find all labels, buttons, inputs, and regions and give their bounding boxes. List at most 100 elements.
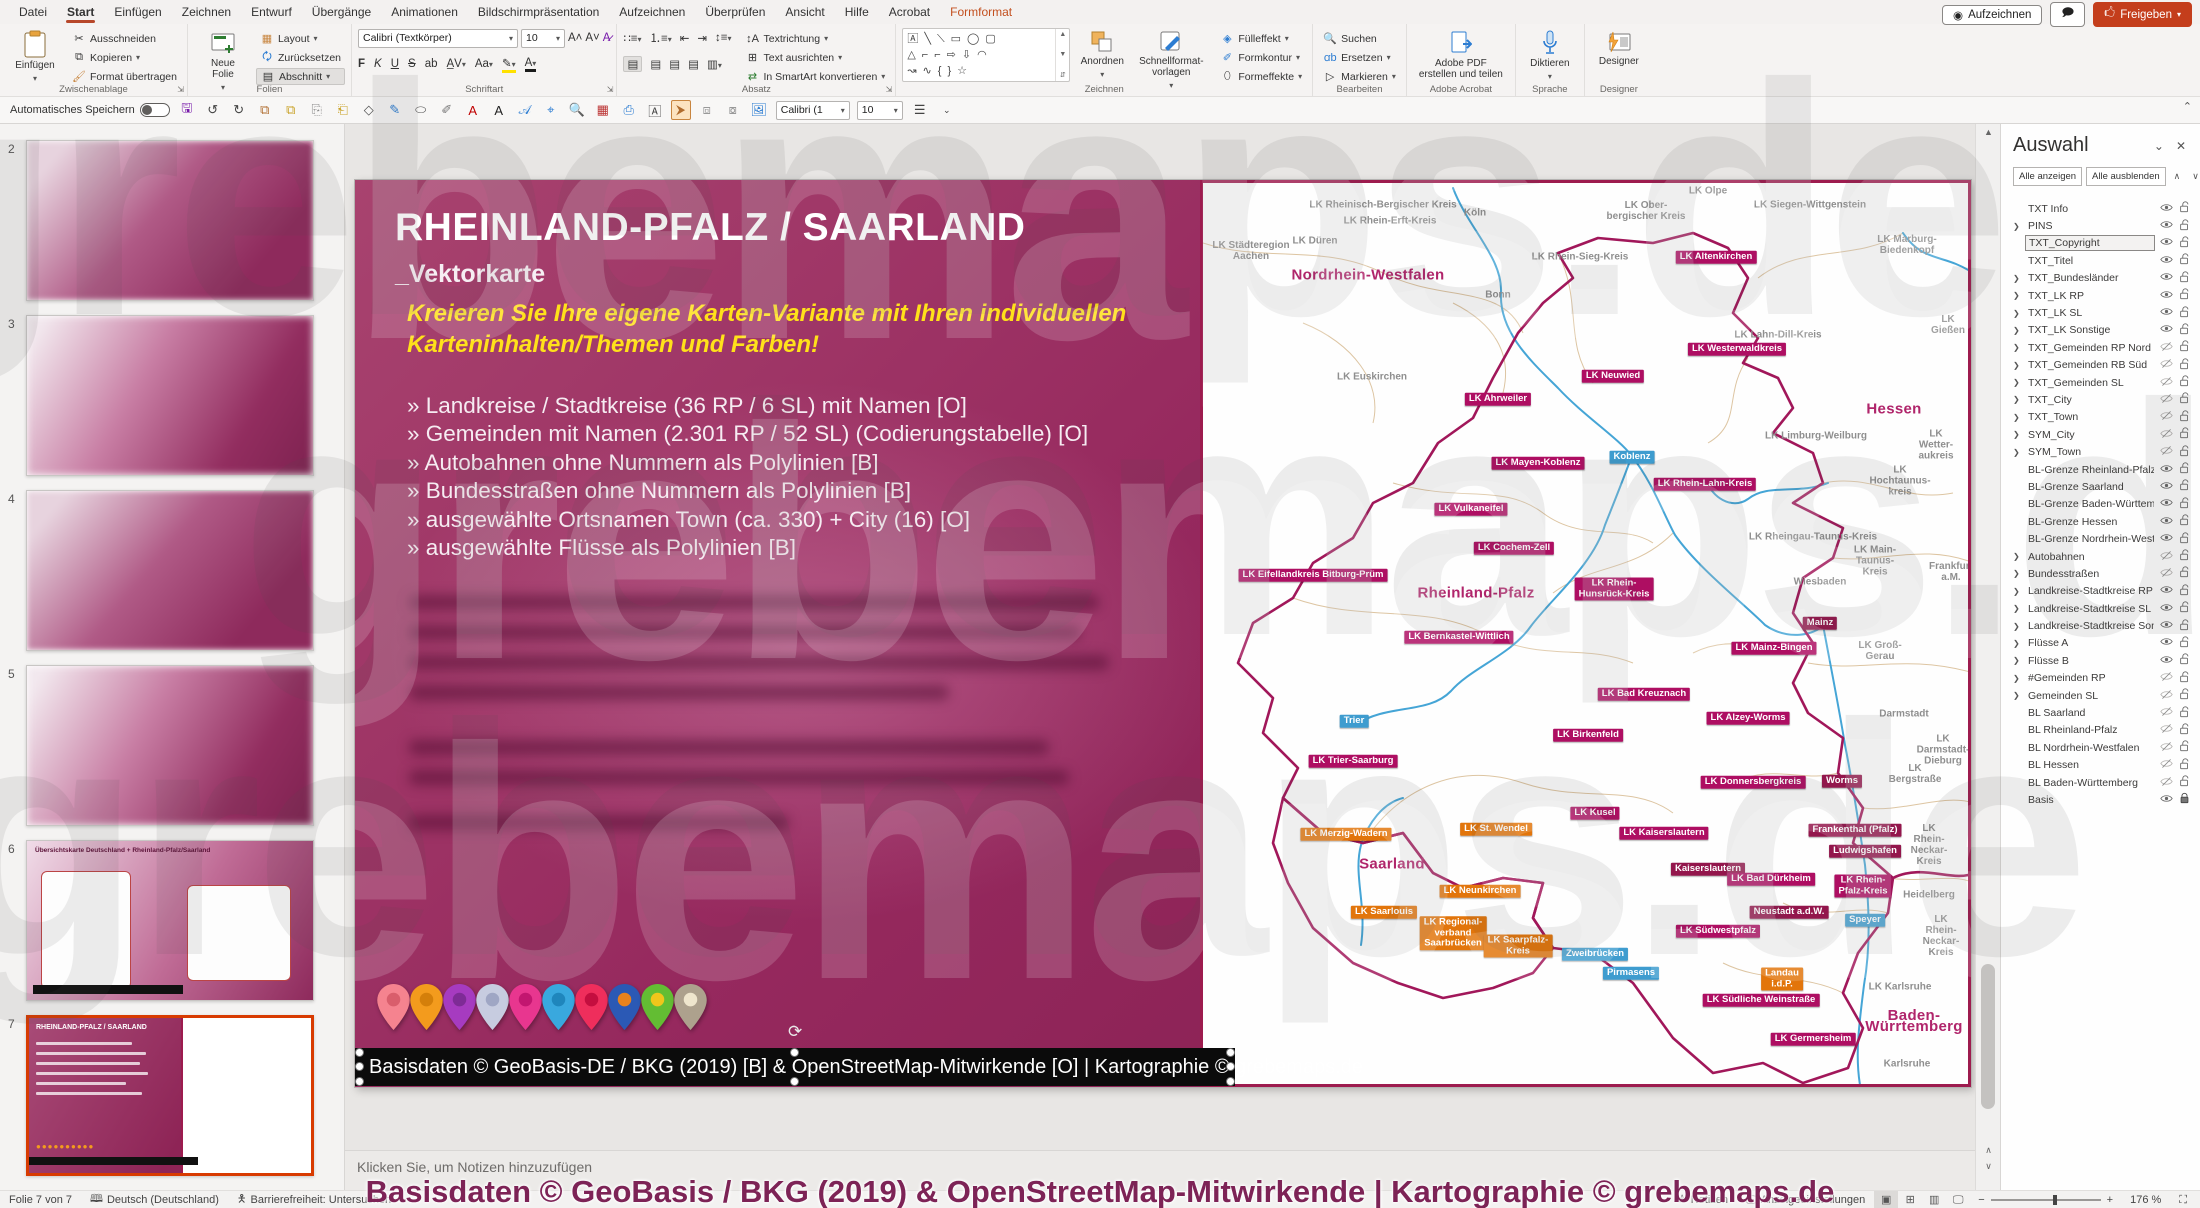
find-button[interactable]: 🔍 Suchen xyxy=(1319,30,1400,47)
line-spacing-mini-icon[interactable]: ☰ xyxy=(910,100,930,120)
unlock-icon[interactable] xyxy=(2179,688,2190,703)
expand-chevron-icon[interactable]: ❯ xyxy=(2013,674,2026,683)
align-center-button[interactable]: ▤ xyxy=(650,57,661,71)
pane-item-autobahnen[interactable]: ❯ Autobahnen xyxy=(2013,548,2192,565)
pane-item-txt-town[interactable]: ❯ TXT_Town xyxy=(2013,409,2192,426)
selection-handle-5[interactable] xyxy=(1226,1062,1235,1071)
expand-chevron-icon[interactable]: ❯ xyxy=(2013,222,2026,231)
undo-icon[interactable]: ↺ xyxy=(203,100,223,120)
menu-tab-bildschirmpr-sentation[interactable]: Bildschirmpräsentation xyxy=(469,1,608,23)
unlock-icon[interactable] xyxy=(2179,271,2190,286)
reading-view-button[interactable]: ▥ xyxy=(1922,1191,1946,1208)
expand-chevron-icon[interactable]: ❯ xyxy=(2013,569,2026,578)
slide-subtitle[interactable]: _Vektorkarte xyxy=(395,260,545,289)
shape-glyph-0-5[interactable]: ▢ xyxy=(985,32,995,46)
pane-item-bl-hessen[interactable]: BL Hessen xyxy=(2013,757,2192,774)
visibility-off-icon[interactable] xyxy=(2160,689,2173,703)
unlock-icon[interactable] xyxy=(2179,358,2190,373)
unlock-icon[interactable] xyxy=(2179,549,2190,564)
unlock-icon[interactable] xyxy=(2179,340,2190,355)
justify-button[interactable]: ▤ xyxy=(688,57,699,71)
expand-chevron-icon[interactable]: ❯ xyxy=(2013,656,2026,665)
unlock-icon[interactable] xyxy=(2179,306,2190,321)
unlock-icon[interactable] xyxy=(2179,671,2190,686)
clear-formatting-button[interactable]: A̷ xyxy=(603,28,611,48)
visibility-icon[interactable] xyxy=(2160,532,2173,546)
shape-fill-button[interactable]: ◈ Fülleffekt ▾ xyxy=(1216,30,1306,47)
map-pin-5[interactable] xyxy=(509,984,542,1035)
autosave-toggle[interactable]: Automatisches Speichern xyxy=(10,103,170,117)
visibility-icon[interactable] xyxy=(2160,584,2173,598)
text-direction-button[interactable]: ↕A Textrichtung ▾ xyxy=(742,30,890,47)
visibility-off-icon[interactable] xyxy=(2160,758,2173,772)
font-color-button[interactable]: A▾ xyxy=(524,57,537,72)
shape-glyph-2-4[interactable]: ☆ xyxy=(957,64,967,78)
menu-tab-zeichnen[interactable]: Zeichnen xyxy=(173,1,240,23)
map-pin-1[interactable] xyxy=(377,984,410,1035)
unlock-icon[interactable] xyxy=(2179,410,2190,425)
reset-button[interactable]: 🗘 Zurücksetzen xyxy=(256,49,345,66)
unlock-icon[interactable] xyxy=(2179,201,2190,216)
visibility-icon[interactable] xyxy=(2160,323,2173,337)
replace-button[interactable]: ꭤb Ersetzen ▾ xyxy=(1319,49,1400,66)
pane-item-txt-gemeinden-sl[interactable]: ❯ TXT_Gemeinden SL xyxy=(2013,374,2192,391)
expand-chevron-icon[interactable]: ❯ xyxy=(2013,552,2026,561)
search-icon[interactable]: 🔍 xyxy=(567,100,587,120)
slide-title[interactable]: RHEINLAND-PFALZ / SAARLAND xyxy=(395,206,1025,250)
zoom-slider[interactable]: − + xyxy=(1970,1194,2121,1206)
map-pin-10[interactable] xyxy=(674,984,707,1035)
qat-overflow-button[interactable]: ⌄ xyxy=(937,100,957,120)
clipboard-dialog-launcher[interactable]: ⇲ xyxy=(177,85,184,94)
menu-tab-hilfe[interactable]: Hilfe xyxy=(836,1,878,23)
visibility-off-icon[interactable] xyxy=(2160,671,2173,685)
expand-chevron-icon[interactable]: ❯ xyxy=(2013,309,2026,318)
align-right-button[interactable]: ▤ xyxy=(669,57,680,71)
slide-thumbnail-5[interactable] xyxy=(26,665,314,826)
pane-item-bl-rheinland-pfalz[interactable]: BL Rheinland-Pfalz xyxy=(2013,722,2192,739)
pane-item-fl-sse-a[interactable]: ❯ Flüsse A xyxy=(2013,635,2192,652)
expand-chevron-icon[interactable]: ❯ xyxy=(2013,604,2026,613)
shape-glyph-2-2[interactable]: { xyxy=(938,64,942,78)
unlock-icon[interactable] xyxy=(2179,566,2190,581)
shape-glyph-1-1[interactable]: ⌐ xyxy=(922,48,928,62)
change-case-button[interactable]: Aa▾ xyxy=(475,58,493,70)
pane-item-fl-sse-b[interactable]: ❯ Flüsse B xyxy=(2013,652,2192,669)
expand-chevron-icon[interactable]: ❯ xyxy=(2013,622,2026,631)
pane-item-basis[interactable]: Basis xyxy=(2013,791,2192,808)
shape-outline-button[interactable]: ✐ Formkontur ▾ xyxy=(1216,49,1306,66)
unlock-icon[interactable] xyxy=(2179,253,2190,268)
format-painter-button[interactable]: 🖌 Format übertragen xyxy=(68,68,181,85)
visibility-icon[interactable] xyxy=(2160,636,2173,650)
visibility-icon[interactable] xyxy=(2160,793,2173,807)
visibility-off-icon[interactable] xyxy=(2160,706,2173,720)
unlock-icon[interactable] xyxy=(2179,445,2190,460)
pane-item-pins[interactable]: ❯ PINS xyxy=(2013,217,2192,234)
menu-tab-entwurf[interactable]: Entwurf xyxy=(242,1,301,23)
visibility-icon[interactable] xyxy=(2160,463,2173,477)
adobe-pdf-button[interactable]: Adobe PDF erstellen und teilen xyxy=(1413,28,1509,82)
visibility-icon[interactable] xyxy=(2160,271,2173,285)
menu-tab-acrobat[interactable]: Acrobat xyxy=(880,1,939,23)
pane-item-sym-town[interactable]: ❯ SYM_Town xyxy=(2013,443,2192,460)
slide-scrollbar[interactable]: ▲ ∧ ∨ xyxy=(1975,124,2000,1190)
unlock-icon[interactable] xyxy=(2179,758,2190,773)
pane-item-txt-lk-sonstige[interactable]: ❯ TXT_LK Sonstige xyxy=(2013,322,2192,339)
expand-chevron-icon[interactable]: ❯ xyxy=(2013,343,2026,352)
visibility-icon[interactable] xyxy=(2160,654,2173,668)
visibility-off-icon[interactable] xyxy=(2160,567,2173,581)
unlock-icon[interactable] xyxy=(2179,723,2190,738)
shape-glyph-0-1[interactable]: ╲ xyxy=(924,32,931,46)
shape-glyph-0-3[interactable]: ▭ xyxy=(951,32,961,46)
unlock-icon[interactable] xyxy=(2179,601,2190,616)
pane-item-txt-bundesl-nder[interactable]: ❯ TXT_Bundesländer xyxy=(2013,270,2192,287)
paragraph-dialog-launcher[interactable]: ⇲ xyxy=(886,85,893,94)
expand-chevron-icon[interactable]: ❯ xyxy=(2013,274,2026,283)
selection-tool-icon[interactable]: ⮞ xyxy=(670,100,691,120)
unlock-icon[interactable] xyxy=(2179,514,2190,529)
unlock-icon[interactable] xyxy=(2179,619,2190,634)
shape-glyph-2-0[interactable]: ↝ xyxy=(907,64,916,78)
slide-thumbnail-6[interactable]: Übersichtskarte Deutschland + Rheinland-… xyxy=(26,840,314,1001)
group-icon[interactable]: ⧈ xyxy=(697,100,717,120)
pane-item-txt-copyright[interactable]: TXT_Copyright xyxy=(2013,235,2192,252)
paste-button[interactable]: Einfügen ▾ xyxy=(6,28,64,83)
